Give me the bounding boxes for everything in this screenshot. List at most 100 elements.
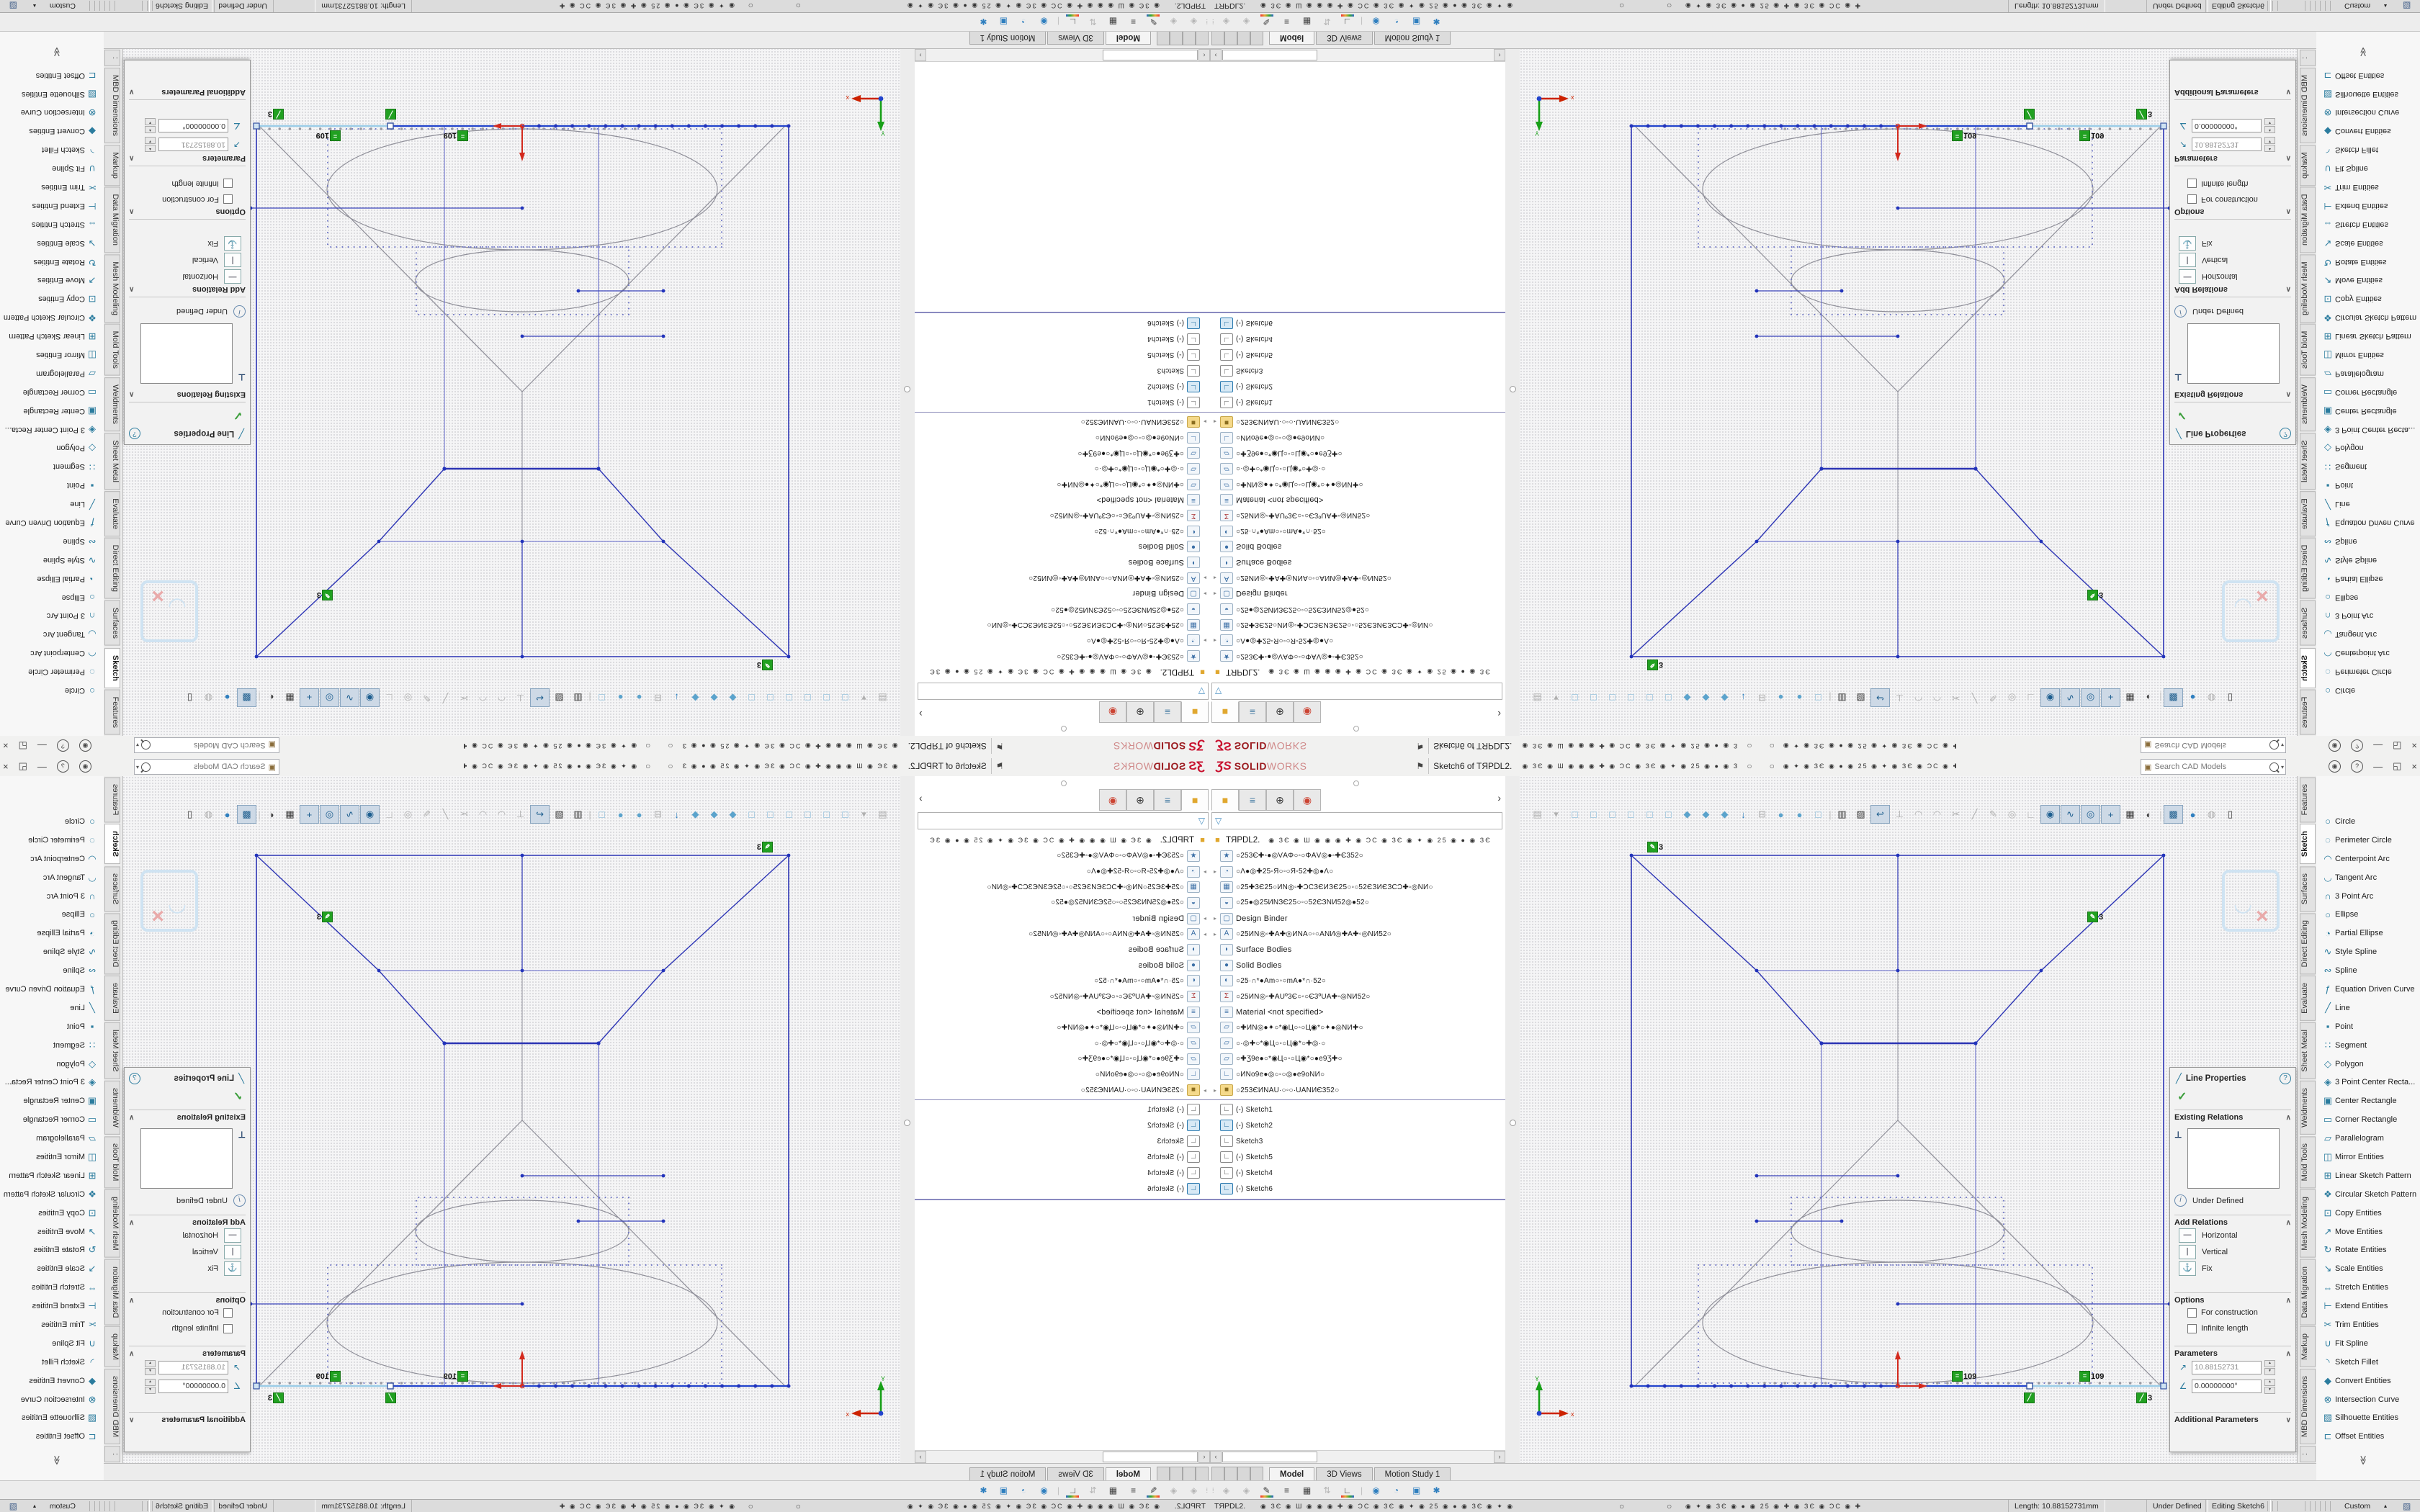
commandmanager-tab[interactable]: Weldments (104, 377, 120, 431)
toolbar-icon[interactable]: ◠ (1909, 689, 1927, 706)
toolbar-icon[interactable]: ● (218, 689, 236, 706)
toolbar-icon[interactable]: ◍ (2202, 806, 2220, 823)
scroll-right-icon[interactable]: › (915, 49, 926, 61)
commandmanager-tab[interactable]: Mesh Modeling (2300, 1189, 2316, 1258)
tree-item[interactable]: ▸ ■ ○253ЄИNАU·○◦○·UАNИЄ352○ (1210, 414, 1505, 430)
toolbar-icon[interactable]: ✎ (418, 806, 436, 823)
sketch-tool-item[interactable]: ↗ Move Entities (2316, 1223, 2420, 1241)
tree-horizontal-scrollbar[interactable]: ‹ › (1210, 1450, 1505, 1463)
sketch-tool-item[interactable]: ∪ Fit Spline (2316, 159, 2420, 178)
more-tools-chevron-icon[interactable]: ≫ (51, 47, 63, 57)
relation-icon[interactable]: ⚓ (224, 237, 241, 251)
commandmanager-tab[interactable]: Sheet Metal (104, 433, 120, 490)
toolbar-icon[interactable]: ◎ (2081, 805, 2100, 824)
commandmanager-tab[interactable]: Direct Editing (2300, 913, 2316, 974)
sketch-tool-item[interactable]: ○ Circle (0, 812, 104, 831)
toolbar-icon[interactable]: ▦ (281, 689, 299, 706)
toolbar-icon[interactable]: ◻ (836, 689, 854, 706)
display-toolbar-icon[interactable]: ◉ (1368, 1483, 1385, 1498)
sketch-tool-item[interactable]: ↻ Rotate Entities (2316, 1241, 2420, 1259)
tree-item-sketch[interactable]: ∟ (-) Sketch1 (1210, 395, 1505, 410)
toolbar-icon[interactable]: ◎ (399, 806, 417, 823)
commandmanager-tab[interactable]: : (2300, 1446, 2316, 1462)
unit-system-dropdown[interactable]: Custom (2344, 1500, 2370, 1512)
scrollbar-thumb[interactable] (1103, 50, 1198, 60)
sketch-tool-item[interactable]: ↘ Scale Entities (2316, 1259, 2420, 1278)
expand-caret-icon[interactable]: ∨ (129, 89, 134, 96)
commandmanager-tab[interactable]: MBD Dimensions (2300, 68, 2316, 143)
sketch-tool-item[interactable]: ▱ Parallelogram (2316, 364, 2420, 383)
toolbar-icon[interactable]: ╱ (436, 689, 454, 706)
sketch-tool-item[interactable]: ◫ Mirror Entities (0, 346, 104, 364)
toolbar-icon[interactable]: | (588, 689, 592, 706)
toolbar-circle-icon[interactable]: ○ (645, 741, 650, 751)
toolbar-icon[interactable]: | (2159, 689, 2163, 706)
menu-item[interactable] (1023, 765, 1037, 768)
toolbar-icon[interactable]: ◉ (2040, 805, 2060, 824)
toolbar-icon[interactable]: ▦ (2121, 806, 2139, 823)
display-toolbar-icon[interactable]: ≡ (1278, 1483, 1296, 1498)
tree-item[interactable]: ◗ Surface Bodies (915, 554, 1210, 570)
minimize-button[interactable]: — (37, 761, 47, 772)
commandmanager-tab[interactable]: Mesh Modeling (104, 1189, 120, 1258)
sketch-tool-item[interactable]: ◠ Centerpoint Arc (0, 850, 104, 868)
toolbar-icon[interactable]: ▯ (2221, 689, 2239, 706)
toolbar-icon[interactable]: ▾ (855, 689, 873, 706)
sketch-tool-item[interactable]: ◠ Centerpoint Arc (2316, 644, 2420, 662)
expand-arrow-icon[interactable]: ▸ (1210, 590, 1220, 597)
more-tools-chevron-icon[interactable]: ≫ (51, 1455, 63, 1465)
rollback-bar[interactable] (1210, 1199, 1505, 1200)
tree-item-sketch[interactable]: ∟ (-) Sketch6 (1210, 1181, 1505, 1197)
commandmanager-tab[interactable]: Sheet Metal (2300, 1022, 2316, 1079)
sketch-tool-item[interactable]: ⊡ Copy Entities (0, 1204, 104, 1223)
scroll-left-icon[interactable]: ‹ (1198, 49, 1210, 61)
toolbar-icon[interactable]: ◆ (705, 806, 723, 823)
sketch-tool-item[interactable]: ○ Circle (0, 681, 104, 700)
commandmanager-tab[interactable]: Surfaces (104, 600, 120, 646)
document-tab[interactable]: Motion Study 1 (1374, 1467, 1451, 1481)
sketch-tool-item[interactable]: ↘ Scale Entities (0, 1259, 104, 1278)
toolbar-icon[interactable]: ⊟ (1753, 806, 1771, 823)
commandmanager-tab[interactable]: Surfaces (2300, 866, 2316, 912)
toolbar-icon[interactable]: ✂ (455, 689, 473, 706)
sketch-tool-item[interactable]: ◡ Tangent Arc (2316, 868, 2420, 887)
add-relation-row[interactable]: ⚓ Fix (129, 235, 246, 252)
document-tab[interactable]: 3D Views (1316, 1467, 1372, 1481)
tree-item[interactable]: ● Solid Bodies (915, 539, 1210, 555)
user-account-icon[interactable]: ◉ (79, 740, 91, 752)
sketch-tool-item[interactable]: ◇ Polygon (0, 1055, 104, 1074)
add-relation-row[interactable]: — Horizontal (129, 1227, 246, 1243)
featuremanager-tab[interactable]: ⊕ (1266, 701, 1294, 723)
tree-item[interactable]: ● Solid Bodies (915, 958, 1210, 973)
tree-root-item[interactable]: ■ TЯPDL2. ◉ ЗЄ ◉ Ш ◉ ◉ ◉ ✚ ◉ ƆС ◉ ЗЄ ◉ ✦… (1210, 664, 1505, 680)
display-toolbar-icon[interactable]: ⇅ (1319, 1483, 1336, 1498)
toolbar-icon[interactable]: ◐ (2140, 806, 2158, 823)
sketch-tool-item[interactable]: ╱ Line (0, 495, 104, 513)
tree-item-sketch[interactable]: ∟ (-) Sketch5 (1210, 1149, 1505, 1165)
display-toolbar-icon[interactable]: ◉ (1035, 1483, 1052, 1498)
sketch-tool-item[interactable]: ∿ Style Spline (2316, 942, 2420, 961)
sketch-tool-item[interactable]: ⇔ Stretch Entities (0, 215, 104, 234)
option-row[interactable]: Infinite length (2174, 176, 2291, 192)
display-toolbar-icon[interactable]: | (1359, 1483, 1365, 1498)
document-tab[interactable]: Model (1269, 1467, 1314, 1481)
tree-filter-input[interactable]: ▽ (918, 812, 1209, 829)
toolbar-icon[interactable]: ▤ (874, 689, 892, 706)
commandmanager-tab[interactable]: Sketch (104, 824, 120, 864)
expand-arrow-icon[interactable]: ▸ (1200, 418, 1210, 425)
pin-icon[interactable]: ⚑ (1416, 761, 1424, 771)
commandmanager-tab[interactable]: Sheet Metal (2300, 433, 2316, 490)
tab-nav-button[interactable] (1237, 31, 1250, 45)
add-relation-row[interactable]: | Vertical (129, 1243, 246, 1260)
toolbar-icon[interactable]: ◻ (1603, 689, 1621, 706)
length-spinner[interactable]: ▲▼ (145, 1360, 156, 1375)
tree-item[interactable]: ▦ ○25✚3Є25○ИN◎◦✚ƆСЗЄИЗЄ25○◦○52ЄЗИЄЗСƆ✚◦◎… (915, 879, 1210, 895)
sketch-tool-item[interactable]: ∩ 3 Point Arc (0, 887, 104, 906)
toolbar-icon[interactable]: ● (630, 806, 648, 823)
unit-system-dropdown[interactable]: Custom (2344, 0, 2370, 12)
option-row[interactable]: Infinite length (2174, 1320, 2291, 1336)
sketch-tool-item[interactable]: ○ Ellipse (2316, 588, 2420, 607)
tab-nav-button[interactable] (1170, 31, 1183, 45)
display-toolbar-icon[interactable]: ▦ (1104, 1483, 1121, 1498)
tree-item[interactable]: ∟ ○ИNо9е●◎○◦○◎●е9оNИ○ (1210, 1067, 1505, 1083)
